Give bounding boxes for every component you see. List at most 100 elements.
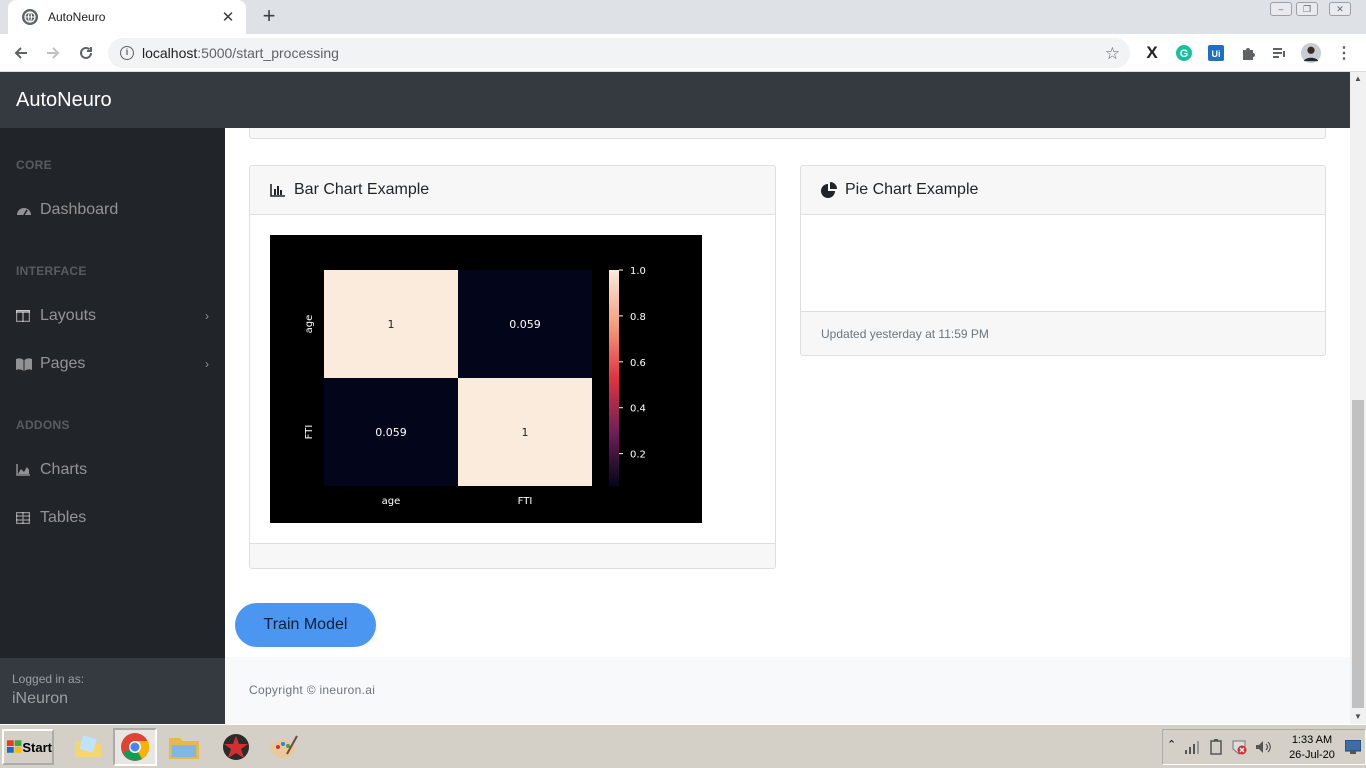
heatmap-cell-label: 1 [388,318,395,331]
start-button[interactable]: Start [2,729,54,765]
logged-in-user: iNeuron [12,690,69,707]
colorbar-tick-label: 1.0 [630,266,646,277]
sidebar-item-tables[interactable]: Tables [16,506,209,530]
page-scrollbar[interactable]: ▲ ▼ [1350,72,1366,724]
page-footer: Copyright © ineuron.ai [225,657,1350,724]
scroll-thumb[interactable] [1352,400,1364,708]
pie-chart-card: Pie Chart Example Updated yesterday at 1… [800,165,1326,356]
site-info-icon[interactable]: i [120,46,134,60]
svg-text:G: G [1180,48,1189,60]
card-title: Bar Chart Example [294,181,430,198]
book-icon [16,357,32,371]
paint-icon[interactable] [262,728,306,766]
sidebar-item-label: Pages [40,355,86,372]
globe-icon [22,9,38,25]
heatmap-cell-label: 0.059 [509,318,541,331]
sidebar-item-label: Tables [40,509,87,526]
start-label: Start [22,739,52,755]
train-model-button[interactable]: Train Model [235,603,376,647]
card-footer [250,543,775,568]
system-tray: ⌃ 1:33 AM 26-Jul-20 [1162,729,1366,765]
address-bar[interactable]: i localhost:5000/start_processing ☆ [108,38,1130,68]
x-tick-label: age [382,496,401,507]
scroll-down-icon[interactable]: ▼ [1350,710,1366,724]
profile-avatar-icon[interactable] [1301,43,1321,63]
tray-expand-icon[interactable]: ⌃ [1167,738,1176,751]
browser-tab-strip: AutoNeuro ✕ + – ❐ ✕ [0,0,1366,34]
area-chart-icon [16,463,32,477]
heatmap-cell-label: 0.059 [375,426,407,439]
url-host: localhost [142,45,198,61]
svg-text:Ui: Ui [1212,49,1221,59]
network-icon[interactable] [1185,740,1201,759]
pie-chart-icon [821,182,837,198]
taskbar-clock[interactable]: 1:33 AM 26-Jul-20 [1287,733,1337,763]
volume-icon[interactable] [1255,739,1271,760]
sidebar-heading-core: CORE [16,158,52,172]
card-header: Pie Chart Example [801,166,1325,215]
colorbar-tick-label: 0.4 [630,404,646,415]
x-extension-icon[interactable]: X [1142,43,1162,63]
sidebar-item-pages[interactable]: Pages › [16,352,209,376]
file-explorer-icon[interactable] [162,728,206,766]
colorbar-tick-label: 0.2 [630,450,646,461]
sidebar-footer: Logged in as: iNeuron [0,658,225,724]
new-tab-button[interactable]: + [258,5,280,28]
y-tick-label: FTI [304,425,315,440]
forward-icon[interactable] [42,42,64,64]
grammarly-icon[interactable]: G [1174,43,1194,63]
table-icon [16,511,32,525]
sidebar-item-layouts[interactable]: Layouts › [16,304,209,328]
bookmark-star-icon[interactable]: ☆ [1105,44,1120,64]
app-star-icon[interactable] [214,728,258,766]
clock-date: 26-Jul-20 [1289,749,1335,761]
y-tick-label: age [304,315,315,334]
close-window-icon[interactable]: ✕ [1329,2,1351,16]
bar-chart-card: Bar Chart Example 1 0.059 0.059 1 age FTI age F… [249,165,776,569]
updated-text: Updated yesterday at 11:59 PM [821,326,989,341]
extensions-puzzle-icon[interactable] [1238,43,1258,63]
columns-icon [16,309,32,323]
clock-time: 1:33 AM [1291,734,1333,746]
bar-chart-icon [270,182,286,198]
copyright-text: Copyright © ineuron.ai [249,683,376,697]
card-footer-updated: Updated yesterday at 11:59 PM [801,311,1325,355]
sidebar-heading-interface: INTERFACE [16,264,87,278]
top-navbar: AutoNeuro [0,72,1350,128]
sidebar-item-charts[interactable]: Charts [16,458,209,482]
minimize-icon[interactable]: – [1270,2,1292,16]
security-alert-icon[interactable] [1231,739,1247,760]
chrome-icon[interactable] [113,728,157,766]
colorbar-tick-label: 0.8 [630,312,646,323]
chevron-right-icon: › [205,357,209,371]
logged-in-caption: Logged in as: [12,672,85,686]
browser-menu-icon[interactable]: ⋮ [1334,43,1354,63]
folder-icon[interactable] [66,728,110,766]
card-header: Bar Chart Example [250,166,775,215]
url-path: :5000/start_processing [197,45,339,61]
sidebar-item-label: Charts [40,461,88,478]
sidebar-item-label: Dashboard [40,201,119,218]
brand-logo[interactable]: AutoNeuro [16,89,112,112]
x-tick-label: FTI [518,496,533,507]
sidebar-item-dashboard[interactable]: Dashboard [16,198,209,222]
close-tab-icon[interactable]: ✕ [220,8,236,26]
restore-icon[interactable]: ❐ [1296,2,1318,16]
browser-tab[interactable]: AutoNeuro ✕ [8,0,246,34]
colorbar [609,270,619,486]
sidebar: CORE Dashboard INTERFACE Layouts › Pages… [0,128,225,724]
battery-icon[interactable] [1209,739,1223,760]
back-icon[interactable] [10,42,32,64]
sidebar-heading-addons: ADDONS [16,418,70,432]
scroll-up-icon[interactable]: ▲ [1350,72,1366,86]
colorbar-tick-label: 0.6 [630,358,646,369]
tachometer-icon [16,203,32,217]
correlation-heatmap: 1 0.059 0.059 1 age FTI age FTI 1.0 0.8 0.6 0.4 0.2 [270,235,702,523]
previous-card-footer [249,128,1326,139]
media-queue-icon[interactable] [1269,43,1289,63]
show-desktop-icon[interactable] [1344,739,1362,759]
uipath-icon[interactable]: Ui [1206,43,1226,63]
main-content: Bar Chart Example 1 0.059 0.059 1 age FTI age F… [225,128,1350,724]
heatmap-cell-label: 1 [522,426,529,439]
reload-icon[interactable] [75,42,97,64]
